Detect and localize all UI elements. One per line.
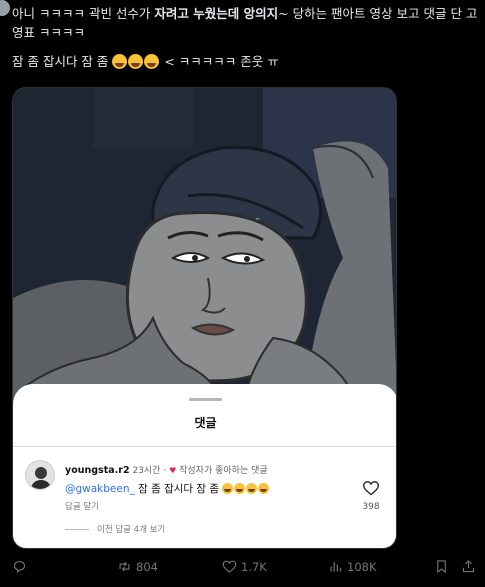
author-avatar[interactable] (0, 0, 10, 16)
view-previous-replies[interactable]: 이전 답글 4개 보기 (65, 523, 165, 535)
retweet-count: 804 (136, 559, 158, 574)
tweet-media[interactable]: 25 댓글 youngsta.r2 23시간 · ♥ 작성자가 좋아하는 댓글 (12, 87, 397, 549)
comment-like-count: 398 (362, 502, 380, 512)
laughing-emoji-icon (246, 483, 258, 494)
comment-bubble-icon (13, 560, 26, 574)
comment-time: 23시간 (132, 466, 161, 476)
tweet-text-bold: 자려고 누웠는데 앙의지 (154, 6, 279, 21)
fanart-illustration: 25 (13, 88, 396, 418)
reply-action[interactable] (12, 559, 27, 574)
comment-mention[interactable]: @gwakbeen_ (65, 483, 135, 495)
bookmark-icon (437, 560, 446, 574)
liked-by-author-label: 작성자가 좋아하는 댓글 (179, 466, 268, 476)
tweet-line-1: 아니 ㅋㅋㅋㅋ 곽빈 선수가 자려고 누웠는데 앙의지~ 당하는 팬아트 영상 … (12, 4, 480, 42)
share-action[interactable] (461, 559, 476, 574)
like-count: 1.7K (241, 559, 267, 574)
comment-username[interactable]: youngsta.r2 (65, 465, 130, 476)
view-count: 108K (347, 559, 377, 574)
tweet-line-2: 잠 좀 잡시다 잠 좀 < ㅋㅋㅋㅋㅋ 존웃 ㅠ (12, 52, 480, 71)
heart-outline-icon[interactable] (362, 480, 380, 496)
tweet-actions: 804 1.7K 108K (0, 555, 485, 581)
laughing-emoji-icon (234, 483, 246, 494)
share-icon (462, 560, 475, 573)
bookmark-action[interactable] (434, 559, 449, 574)
laughing-emoji-icon (128, 54, 144, 69)
tweet-text-part: 잠 좀 잡시다 잠 좀 (12, 54, 113, 69)
tweet-text-part: 아니 ㅋㅋㅋㅋ 곽빈 선수가 (12, 6, 155, 21)
view-previous-replies-label: 이전 답글 4개 보기 (97, 525, 166, 535)
reply-button[interactable]: 답글 달기 (65, 500, 99, 512)
tweet-text-part: < ㅋㅋㅋㅋㅋ 존웃 ㅠ (160, 54, 279, 69)
like-action[interactable]: 1.7K (222, 559, 267, 574)
profile-photo-icon (26, 461, 54, 489)
divider (65, 529, 89, 530)
divider (13, 446, 396, 447)
laughing-emoji-icon (222, 483, 234, 494)
tweet-text: 아니 ㅋㅋㅋㅋ 곽빈 선수가 자려고 누웠는데 앙의지~ 당하는 팬아트 영상 … (12, 4, 480, 71)
comment-avatar[interactable] (25, 460, 55, 490)
separator-dot: · (163, 466, 167, 476)
bar-chart-icon (330, 562, 342, 572)
laughing-emoji-icon (258, 483, 270, 494)
sheet-title: 댓글 (194, 416, 217, 430)
comment-text: 잠 좀 잡시다 잠 좀 (134, 483, 220, 495)
views-action[interactable]: 108K (328, 559, 377, 574)
sheet-drag-handle[interactable] (189, 398, 222, 401)
laughing-emoji-icon (144, 54, 160, 69)
laughing-emoji-icon (112, 54, 128, 69)
heart-icon (222, 560, 237, 573)
retweet-icon (119, 561, 130, 572)
retweet-action[interactable]: 804 (117, 559, 158, 574)
comment-header: youngsta.r2 23시간 · ♥ 작성자가 좋아하는 댓글 (65, 463, 268, 476)
comment-body: @gwakbeen_ 잠 좀 잡시다 잠 좀 (65, 481, 270, 496)
comments-sheet: 댓글 youngsta.r2 23시간 · ♥ 작성자가 좋아하는 댓글 @gw… (13, 384, 396, 548)
heart-icon: ♥ (169, 466, 177, 475)
